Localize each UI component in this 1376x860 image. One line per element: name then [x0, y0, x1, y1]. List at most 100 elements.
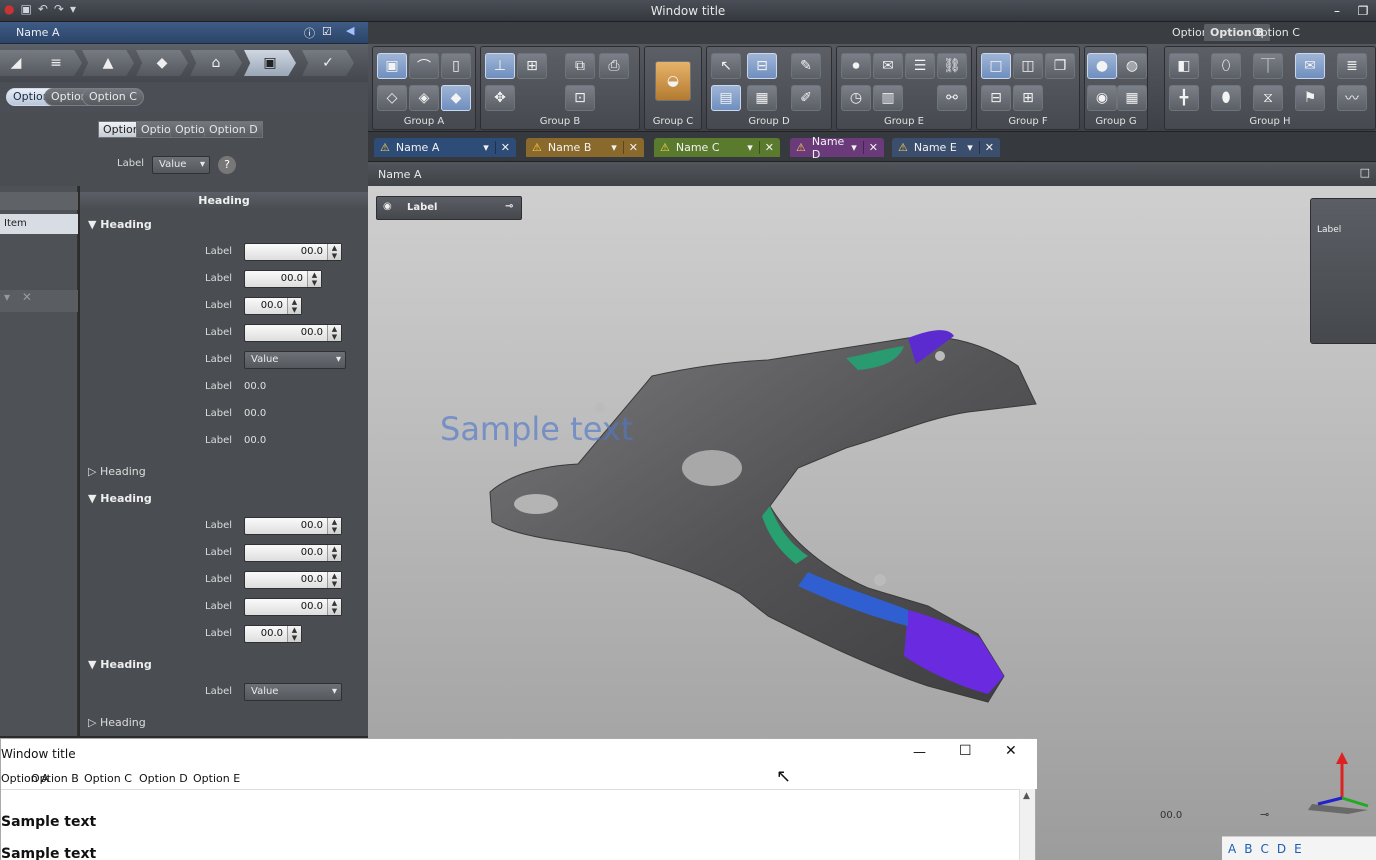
spinner-icon[interactable]: ▲ ▼ — [327, 545, 341, 561]
pointer-icon[interactable]: ↖ — [711, 53, 741, 79]
wave-icon[interactable]: 〰 — [1337, 85, 1367, 111]
project-stage-select[interactable]: Value ▾ — [152, 156, 210, 174]
spinner-icon[interactable]: ▲ ▼ — [327, 518, 341, 534]
surface-icon[interactable]: ▥ — [873, 85, 903, 111]
ime-logo-icon[interactable]: A — [1228, 842, 1236, 856]
result-sheet-icon[interactable]: ◧ — [1169, 53, 1199, 79]
grid-icon[interactable]: ▦ — [1117, 85, 1147, 111]
flag-icon[interactable]: ⚑ — [1295, 85, 1325, 111]
cascade-icon[interactable]: ❐ — [1045, 53, 1075, 79]
doc-tab[interactable]: ⚠ Name C ▾ ✕ — [654, 138, 780, 157]
zoom-icon[interactable]: ⊡ — [565, 85, 595, 111]
panel-icon[interactable]: ▯ — [441, 53, 471, 79]
param-field[interactable]: 00.0 ▲ ▼ — [244, 270, 322, 288]
scroll-up-icon[interactable]: ▲ — [1023, 791, 1030, 801]
maximize-icon[interactable]: □ — [1360, 166, 1370, 179]
clock-icon[interactable]: ◷ — [841, 85, 871, 111]
param-field[interactable]: 00.0 ▲ ▼ — [244, 297, 302, 315]
maximize-icon[interactable]: ❐ — [1350, 0, 1376, 22]
brush-icon[interactable]: ✐ — [791, 85, 821, 111]
note-icon[interactable]: ✉ — [873, 53, 903, 79]
ellipse-icon[interactable]: ⬯ — [1211, 53, 1241, 79]
doc-tab[interactable]: ⚠ Name B ▾ ✕ — [526, 138, 644, 157]
param-field[interactable]: 00.0 ▲ ▼ — [244, 517, 342, 535]
pin-icon[interactable]: ⧖ — [1253, 85, 1283, 111]
doc-tab[interactable]: ⚠ Name A ▾ ✕ — [374, 138, 516, 157]
measure-icon[interactable]: ⊟ — [747, 53, 777, 79]
chevron-down-icon[interactable]: ▾ — [483, 141, 489, 154]
fit-view-icon[interactable]: ⊞ — [517, 53, 547, 79]
close-icon[interactable]: ✕ — [494, 141, 510, 154]
help-icon[interactable]: ? — [218, 156, 236, 174]
param-field[interactable]: 00.0 ▲ ▼ — [244, 544, 342, 562]
spinner-icon[interactable]: ▲ ▼ — [327, 572, 341, 588]
maximize-icon[interactable]: ☐ — [959, 743, 972, 759]
section-refinement-zones[interactable]: ▷ Heading — [88, 465, 146, 478]
split-vertical-icon[interactable]: ◫ — [1013, 53, 1043, 79]
chevron-down-icon[interactable]: ▾ — [967, 141, 973, 154]
spinner-icon[interactable]: ▲ ▼ — [327, 244, 341, 260]
menu-edit[interactable]: Option B — [31, 772, 79, 785]
section-cut-icon[interactable]: ╋ — [1169, 85, 1199, 111]
close-icon[interactable]: ✕ — [978, 141, 994, 154]
menu-help[interactable]: Option E — [193, 772, 240, 785]
menu-format[interactable]: Option C — [84, 772, 132, 785]
process-step-4[interactable]: ◆ — [136, 50, 188, 76]
split-horizontal-icon[interactable]: ⊟ — [981, 85, 1011, 111]
spinner-icon[interactable]: ▲ ▼ — [287, 626, 301, 642]
section-accuracy[interactable]: ▼ Heading — [88, 218, 152, 231]
spinner-icon[interactable]: ▲ ▼ — [327, 325, 341, 341]
envelope-icon[interactable]: ✉ — [1295, 53, 1325, 79]
axis-icon[interactable]: ⊥ — [485, 53, 515, 79]
log-button[interactable]: Option C — [82, 88, 144, 106]
minimize-icon[interactable]: – — [1324, 0, 1350, 22]
close-icon[interactable]: ✕ — [622, 141, 638, 154]
doc-tab[interactable]: ⚠ Name E ▾ ✕ — [892, 138, 1000, 157]
record-icon[interactable]: ⏺ — [841, 53, 871, 79]
tab-parameters[interactable]: Option D — [204, 121, 263, 138]
doc-tab[interactable]: ⚠ Name D ▾ ✕ — [790, 135, 884, 161]
label-icon[interactable]: ▤ — [711, 85, 741, 111]
spinner-icon[interactable]: ▲ ▼ — [327, 599, 341, 615]
step-list-item[interactable]: Item — [0, 214, 78, 234]
check-list-icon[interactable]: ☑ — [322, 25, 332, 38]
notepad-window[interactable]: Window title — ☐ ✕ Option A Option B Opt… — [0, 738, 1037, 860]
process-step-2[interactable]: ≡ — [30, 50, 82, 76]
menu-view[interactable]: Option D — [139, 772, 188, 785]
thermometer-icon[interactable]: ⏉ — [1253, 53, 1283, 79]
profile-icon[interactable]: ⌒ — [409, 53, 439, 79]
section-drawbead[interactable]: ▼ Heading — [88, 658, 152, 671]
moon-icon[interactable]: C — [1260, 842, 1268, 856]
section-timestep[interactable]: ▼ Heading — [88, 492, 152, 505]
sheet-icon[interactable]: ◇ — [377, 85, 407, 111]
keyboard-icon[interactable]: E — [1294, 842, 1302, 856]
spinner-icon[interactable]: ▲ ▼ — [287, 298, 301, 314]
close-icon[interactable]: ✕ — [862, 141, 878, 154]
animation-icon[interactable]: ◒ — [655, 61, 691, 101]
process-step-6[interactable]: ▣ — [244, 50, 296, 76]
wire-sphere-icon[interactable]: ◍ — [1117, 53, 1147, 79]
quad-window-icon[interactable]: ⊞ — [1013, 85, 1043, 111]
delete-icon[interactable]: ✕ — [22, 290, 32, 304]
param-select[interactable]: Value ▾ — [244, 351, 346, 369]
punctuation-icon[interactable]: D — [1277, 842, 1286, 856]
cube-icon[interactable]: ▣ — [377, 53, 407, 79]
pen-icon[interactable]: ✎ — [791, 53, 821, 79]
notepad-text-area[interactable]: Sample text Sample text — [1, 789, 1019, 860]
sheet-bent-icon[interactable]: ◈ — [409, 85, 439, 111]
param-field[interactable]: 00.0 ▲ ▼ — [244, 571, 342, 589]
list-icon[interactable]: ☰ — [905, 53, 935, 79]
sheet-formed-icon[interactable]: ◆ — [441, 85, 471, 111]
camera-icon[interactable]: ⎙ — [599, 53, 629, 79]
close-icon[interactable]: ✕ — [1005, 743, 1017, 759]
info-icon[interactable]: ⓘ — [304, 25, 315, 41]
ime-language[interactable]: B — [1244, 842, 1252, 856]
chevron-down-icon[interactable]: ▾ — [851, 141, 857, 154]
param-field[interactable]: 00.0 ▲ ▼ — [244, 243, 342, 261]
pan-icon[interactable]: ✥ — [485, 85, 515, 111]
process-step-3[interactable]: ▲ — [82, 50, 134, 76]
tab-tools[interactable]: Option C — [1252, 26, 1300, 39]
param-select[interactable]: Value ▾ — [244, 683, 342, 701]
layers-icon[interactable]: ≣ — [1337, 53, 1367, 79]
single-window-icon[interactable]: □ — [981, 53, 1011, 79]
